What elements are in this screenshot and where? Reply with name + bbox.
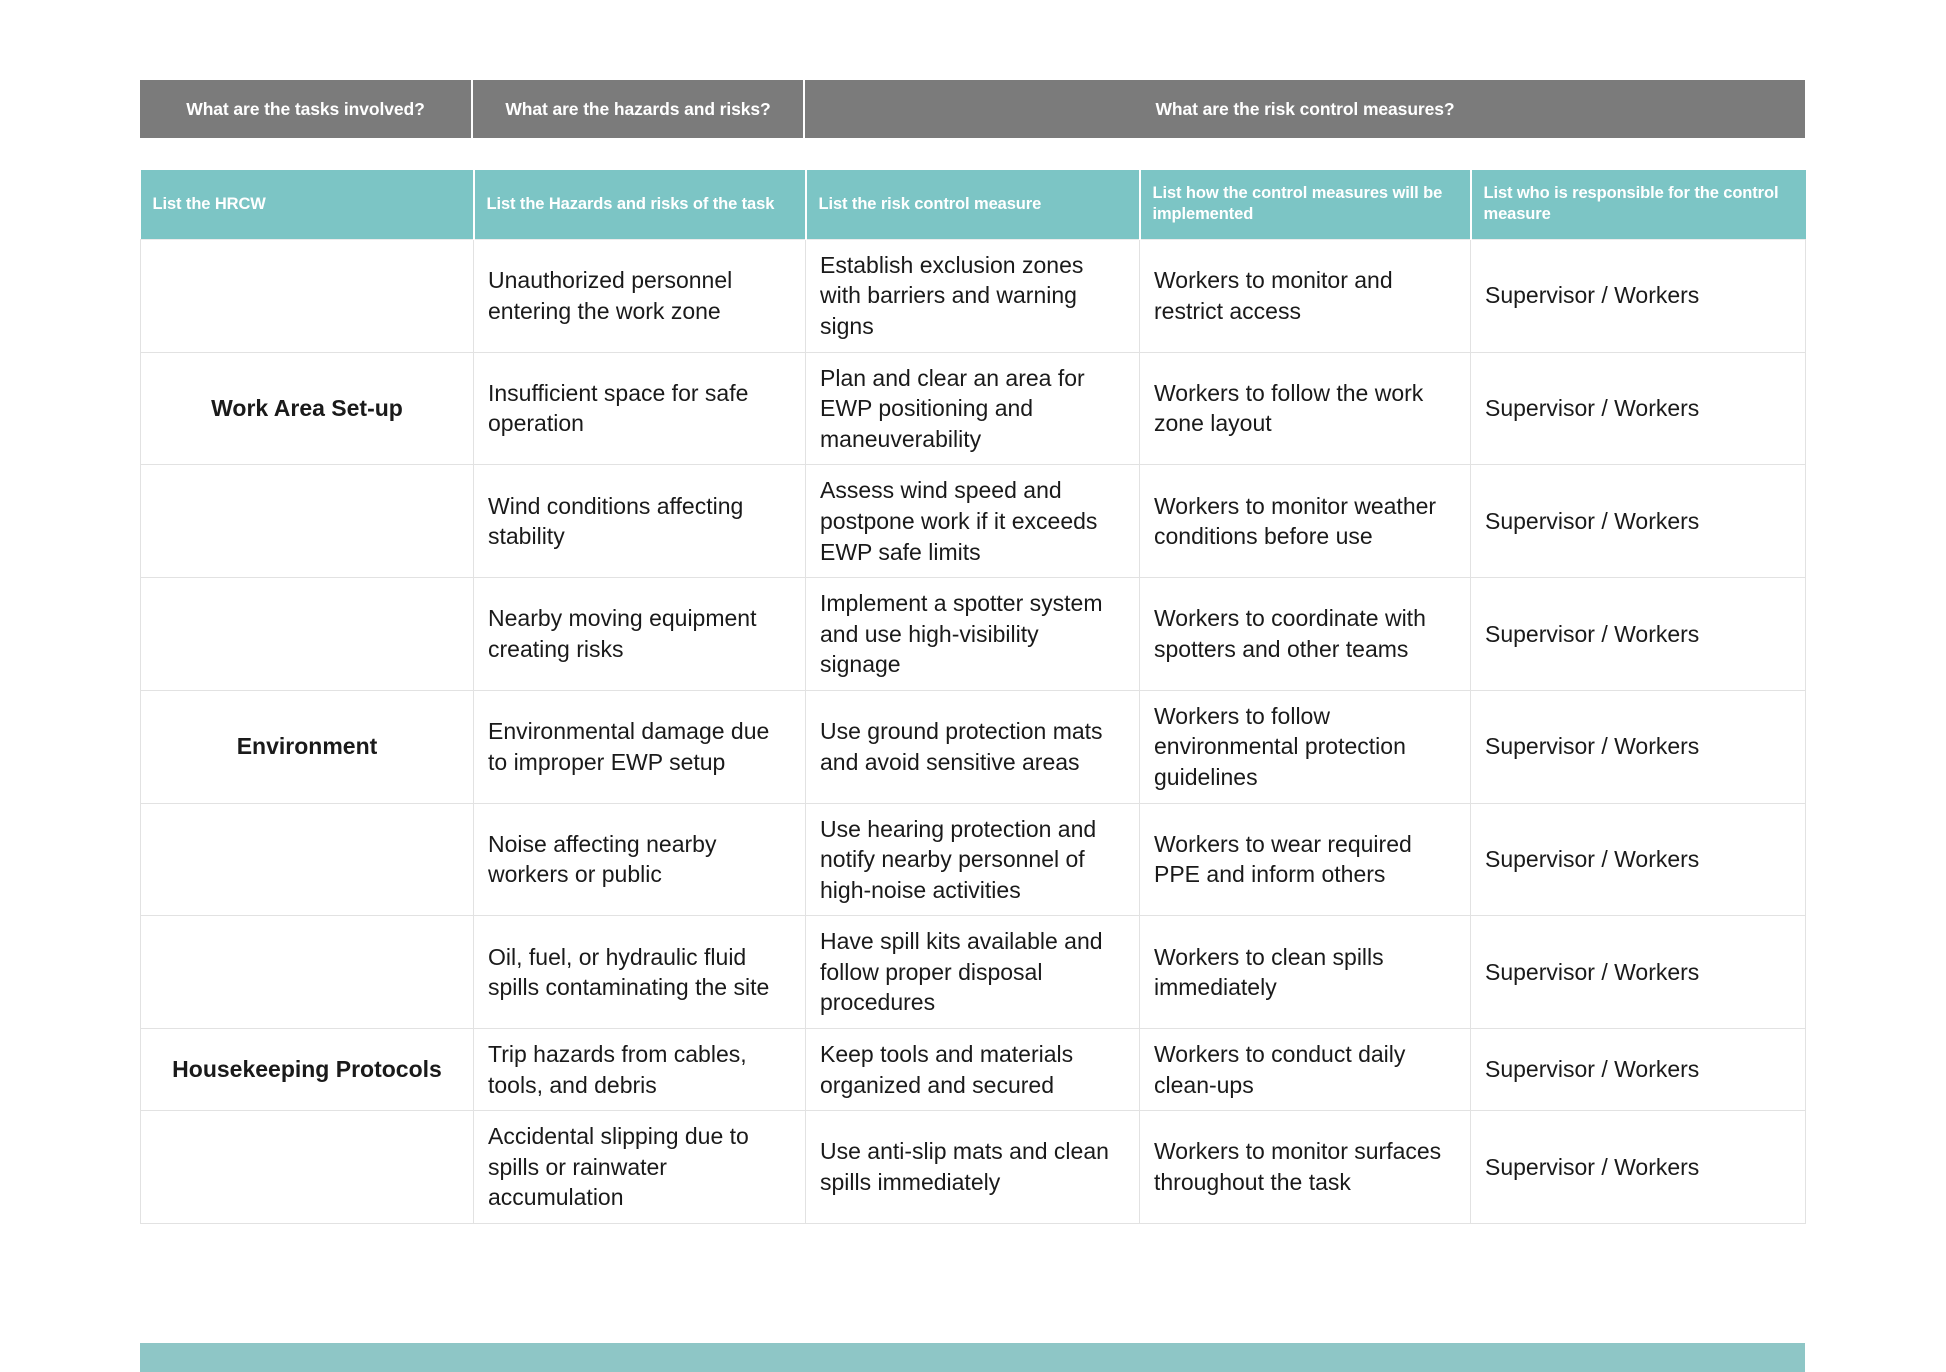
cell-implementation: Workers to clean spills immediately (1139, 915, 1471, 1030)
cell-implementation: Workers to monitor and restrict access (1139, 238, 1471, 353)
document-page: What are the tasks involved? What are th… (0, 0, 1946, 1372)
cell-hazard: Nearby moving equipment creating risks (473, 577, 806, 691)
group-header-band: What are the tasks involved? What are th… (140, 80, 1805, 138)
cell-implementation: Workers to follow environmental protecti… (1139, 689, 1471, 804)
cell-implementation: Workers to wear required PPE and inform … (1139, 802, 1471, 917)
cell-control: Keep tools and materials organized and s… (805, 1028, 1140, 1112)
cell-hazard: Unauthorized personnel entering the work… (473, 238, 806, 353)
cell-responsible: Supervisor / Workers (1470, 577, 1806, 691)
group-header-tasks: What are the tasks involved? (140, 80, 473, 138)
cell-implementation: Workers to monitor weather conditions be… (1139, 464, 1471, 579)
cell-implementation: Workers to conduct daily clean-ups (1139, 1028, 1471, 1112)
risk-assessment-table-wrapper: List the HRCW List the Hazards and risks… (140, 170, 1806, 1224)
cell-control: Have spill kits available and follow pro… (805, 915, 1140, 1030)
column-header-row: List the HRCW List the Hazards and risks… (140, 170, 1806, 240)
table-row: Nearby moving equipment creating risks Im… (140, 577, 1806, 691)
table-head: List the HRCW List the Hazards and risks… (140, 170, 1806, 240)
cell-hazard: Accidental slipping due to spills or rai… (473, 1110, 806, 1224)
table-row: Environment Environmental damage due to i… (140, 689, 1806, 804)
cell-responsible: Supervisor / Workers (1470, 464, 1806, 579)
cell-control: Use anti-slip mats and clean spills imme… (805, 1110, 1140, 1224)
table-body: Unauthorized personnel entering the work… (140, 238, 1806, 1224)
cell-responsible: Supervisor / Workers (1470, 1110, 1806, 1224)
cell-control: Plan and clear an area for EWP positioni… (805, 351, 1140, 466)
column-header-hazard: List the Hazards and risks of the task (473, 170, 807, 240)
cell-task (140, 238, 474, 353)
table-row: Work Area Set-up Insufficient space for s… (140, 351, 1806, 466)
cell-hazard: Oil, fuel, or hydraulic fluid spills con… (473, 915, 806, 1030)
group-header-hazards: What are the hazards and risks? (473, 80, 805, 138)
cell-responsible: Supervisor / Workers (1470, 802, 1806, 917)
cell-hazard: Insufficient space for safe operation (473, 351, 806, 466)
cell-control: Implement a spotter system and use high-… (805, 577, 1140, 691)
table-row: Unauthorized personnel entering the work… (140, 238, 1806, 353)
cell-hazard: Trip hazards from cables, tools, and deb… (473, 1028, 806, 1112)
table-row: Accidental slipping due to spills or rai… (140, 1110, 1806, 1224)
cell-hazard: Environmental damage due to improper EWP… (473, 689, 806, 804)
column-header-responsible: List who is responsible for the control … (1470, 170, 1806, 240)
cell-responsible: Supervisor / Workers (1470, 238, 1806, 353)
table-row: Housekeeping Protocols Trip hazards from … (140, 1028, 1806, 1112)
cell-task (140, 915, 474, 1030)
cell-control: Use hearing protection and notify nearby… (805, 802, 1140, 917)
cell-responsible: Supervisor / Workers (1470, 689, 1806, 804)
cell-task: Work Area Set-up (140, 351, 474, 466)
column-header-task: List the HRCW (140, 170, 475, 240)
bottom-accent-strip (140, 1343, 1805, 1372)
cell-task (140, 802, 474, 917)
column-header-implementation: List how the control measures will be im… (1139, 170, 1472, 240)
table-row: Noise affecting nearby workers or public… (140, 802, 1806, 917)
cell-task: Housekeeping Protocols (140, 1028, 474, 1112)
cell-implementation: Workers to follow the work zone layout (1139, 351, 1471, 466)
cell-control: Establish exclusion zones with barriers … (805, 238, 1140, 353)
cell-control: Use ground protection mats and avoid sen… (805, 689, 1140, 804)
column-header-control: List the risk control measure (805, 170, 1141, 240)
group-header-risk-controls: What are the risk control measures? (805, 80, 1805, 138)
cell-hazard: Wind conditions affecting stability (473, 464, 806, 579)
table-row: Oil, fuel, or hydraulic fluid spills con… (140, 915, 1806, 1030)
cell-task (140, 464, 474, 579)
cell-task (140, 577, 474, 691)
table-row: Wind conditions affecting stability Asses… (140, 464, 1806, 579)
cell-implementation: Workers to monitor surfaces throughout t… (1139, 1110, 1471, 1224)
cell-implementation: Workers to coordinate with spotters and … (1139, 577, 1471, 691)
cell-responsible: Supervisor / Workers (1470, 351, 1806, 466)
cell-control: Assess wind speed and postpone work if i… (805, 464, 1140, 579)
risk-assessment-table: List the HRCW List the Hazards and risks… (140, 170, 1806, 1224)
cell-hazard: Noise affecting nearby workers or public (473, 802, 806, 917)
cell-task (140, 1110, 474, 1224)
cell-task: Environment (140, 689, 474, 804)
cell-responsible: Supervisor / Workers (1470, 1028, 1806, 1112)
cell-responsible: Supervisor / Workers (1470, 915, 1806, 1030)
